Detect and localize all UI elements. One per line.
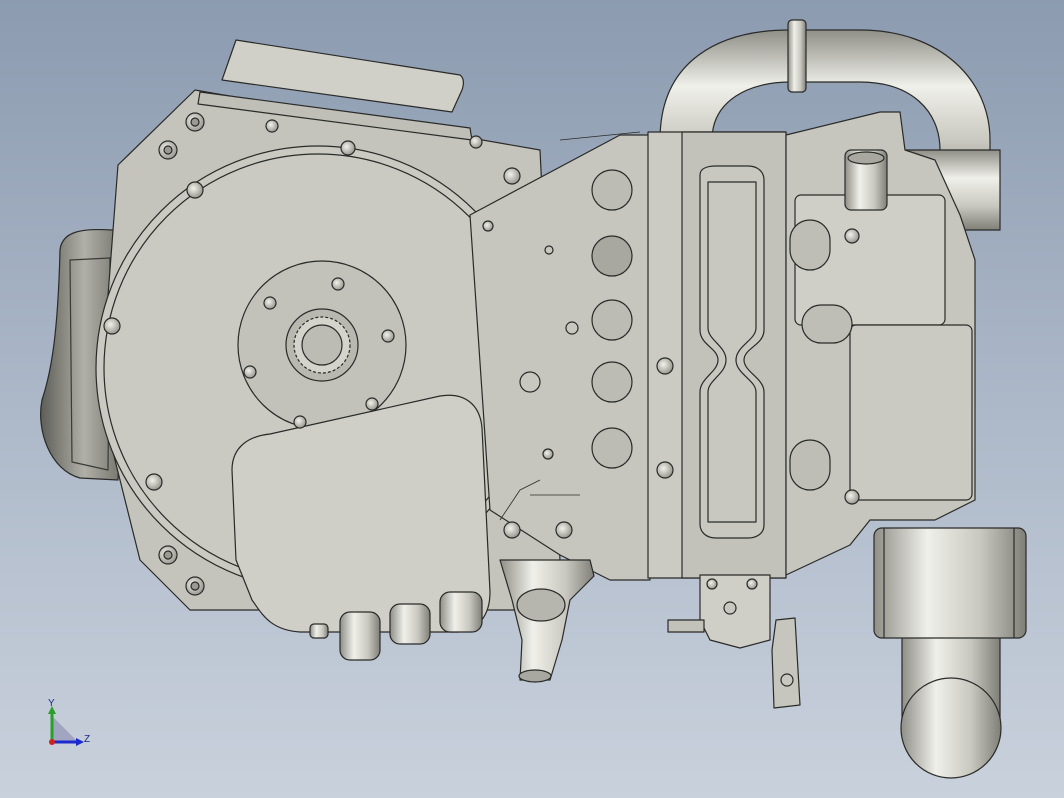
outlet-elbow: [499, 559, 595, 683]
triad-axes-icon: [48, 706, 84, 746]
cylinder-block: [647, 131, 787, 579]
graphics-viewport[interactable]: Y Z: [0, 0, 1064, 798]
axis-y-label: Y: [48, 698, 55, 709]
axis-z-label: Z: [84, 734, 91, 745]
tail-pipe: [873, 527, 1027, 779]
carburetor: [667, 574, 801, 709]
coordinate-triad: Y Z: [38, 698, 98, 758]
engine-assembly-model[interactable]: [0, 0, 1064, 798]
mount-plate: [469, 134, 651, 581]
